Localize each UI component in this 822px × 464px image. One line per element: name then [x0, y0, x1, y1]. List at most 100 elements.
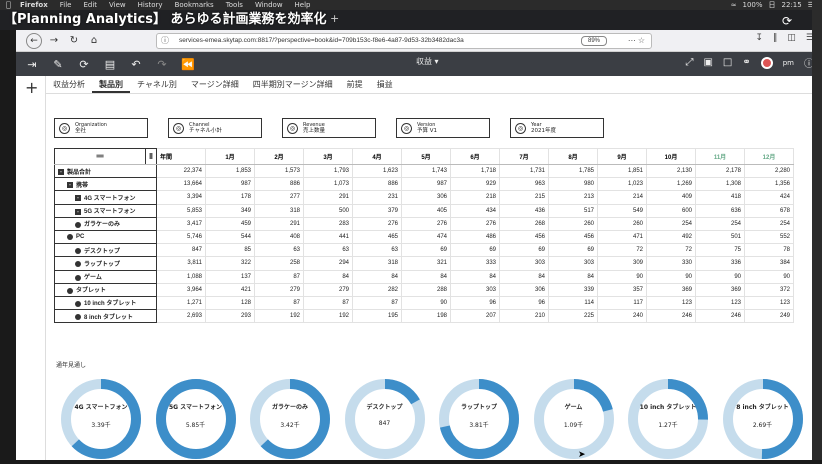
grid-cell[interactable]: 408	[254, 229, 304, 245]
expand-icon[interactable]	[67, 287, 73, 294]
grid-cell[interactable]: 1,731	[499, 163, 549, 179]
collapse-icon[interactable]: -	[75, 208, 81, 215]
grid-cell[interactable]: 1,851	[597, 163, 647, 179]
more-icon[interactable]: ⋯☆	[628, 34, 647, 48]
grid-cell[interactable]: 84	[548, 269, 598, 284]
grid-cell[interactable]: 549	[597, 203, 647, 218]
tab-margin-detail[interactable]: マージン詳細	[184, 76, 246, 93]
grid-cell[interactable]: 240	[597, 309, 647, 324]
grid-cell[interactable]: 13,664	[156, 177, 206, 192]
grid-cell[interactable]: 75	[695, 243, 745, 258]
grid-cell[interactable]: 279	[254, 282, 304, 297]
grid-cell[interactable]: 254	[646, 216, 696, 231]
grid-cell[interactable]: 63	[352, 243, 402, 258]
grid-cell[interactable]: 963	[499, 177, 549, 192]
grid-cell[interactable]: 214	[597, 190, 647, 205]
grid-cell[interactable]: 3,417	[156, 216, 206, 231]
grid-cell[interactable]: 87	[254, 295, 304, 311]
grid-cell[interactable]: 1,793	[303, 163, 353, 179]
grid-cell[interactable]: 90	[401, 295, 451, 311]
sidebar-icon[interactable]: ◫	[787, 33, 796, 43]
grid-cell[interactable]: 84	[450, 269, 500, 284]
avatar[interactable]	[760, 56, 773, 69]
grid-cell[interactable]: 291	[303, 190, 353, 205]
grid-cell[interactable]: 258	[254, 256, 304, 271]
row-header[interactable]: タブレット	[54, 282, 157, 297]
menu-edit[interactable]: Edit	[83, 0, 97, 10]
grid-cell[interactable]: 987	[401, 177, 451, 192]
grid-cell[interactable]: 1,718	[450, 163, 500, 179]
menu-firefox[interactable]: Firefox	[20, 0, 48, 10]
grid-column-header[interactable]: 9月	[597, 148, 647, 165]
grid-cell[interactable]: 3,811	[156, 256, 206, 271]
grid-column-header[interactable]: 2月	[254, 148, 304, 165]
rewind-icon[interactable]: ⏪	[178, 54, 198, 74]
donut-chart[interactable]: ゲーム 1.09千	[529, 374, 619, 464]
grid-cell[interactable]: 231	[352, 190, 402, 205]
row-header[interactable]: -5G スマートフォン	[54, 203, 157, 218]
grid-column-header[interactable]: 10月	[646, 148, 696, 165]
grid-cell[interactable]: 847	[156, 243, 206, 258]
grid-cell[interactable]: 96	[450, 295, 500, 311]
grid-cell[interactable]: 459	[205, 216, 255, 231]
grid-cell[interactable]: 1,573	[254, 163, 304, 179]
donut-chart[interactable]: 10 inch タブレット 1.27千	[623, 374, 713, 464]
grid-cell[interactable]: 1,269	[646, 177, 696, 192]
grid-cell[interactable]: 409	[646, 190, 696, 205]
menu-tools[interactable]: Tools	[226, 0, 243, 10]
grid-cell[interactable]: 218	[450, 190, 500, 205]
comment-icon[interactable]: □	[723, 57, 732, 68]
grid-cell[interactable]: 63	[254, 243, 304, 258]
row-header[interactable]: - 製品合計	[54, 163, 157, 179]
grid-cell[interactable]: 330	[646, 256, 696, 271]
grid-cell[interactable]: 372	[744, 282, 794, 297]
grid-cell[interactable]: 78	[744, 243, 794, 258]
grid-cell[interactable]: 123	[646, 295, 696, 311]
donut-chart[interactable]: 5G スマートフォン 5.85千	[151, 374, 241, 464]
grid-cell[interactable]: 276	[352, 216, 402, 231]
row-header[interactable]: 10 inch タブレット	[54, 295, 157, 311]
grid-cell[interactable]: 303	[548, 256, 598, 271]
menu-file[interactable]: File	[60, 0, 72, 10]
expand-icon[interactable]	[75, 300, 81, 307]
donut-chart[interactable]: 8 inch タブレット 2.69千	[718, 374, 808, 464]
grid-cell[interactable]: 318	[352, 256, 402, 271]
expand-icon[interactable]	[75, 248, 81, 255]
grid-cell[interactable]: 254	[695, 216, 745, 231]
grid-cell[interactable]: 306	[401, 190, 451, 205]
grid-cell[interactable]: 215	[499, 190, 549, 205]
grid-cell[interactable]: 339	[548, 282, 598, 297]
grid-cell[interactable]: 600	[646, 203, 696, 218]
grid-cell[interactable]: 333	[450, 256, 500, 271]
dimension-version[interactable]: ◎ Version 予算 V1	[396, 118, 490, 138]
grid-cell[interactable]: 2,280	[744, 163, 794, 179]
grid-column-header[interactable]: 11月	[695, 148, 745, 165]
donut-chart[interactable]: 4G スマートフォン 3.39千	[56, 374, 146, 464]
apple-icon[interactable]: 	[6, 0, 11, 10]
collapse-icon[interactable]: -	[58, 169, 64, 176]
expand-icon[interactable]	[75, 261, 81, 268]
grid-cell[interactable]: 69	[499, 243, 549, 258]
collapse-icon[interactable]: -	[67, 182, 73, 189]
grid-cell[interactable]: 90	[646, 269, 696, 284]
grid-cell[interactable]: 436	[499, 203, 549, 218]
grid-cell[interactable]: 72	[646, 243, 696, 258]
grid-column-header[interactable]: 年間	[156, 148, 206, 165]
grid-cell[interactable]: 192	[254, 309, 304, 324]
menu-window[interactable]: Window	[255, 0, 283, 10]
grid-cell[interactable]: 90	[744, 269, 794, 284]
grid-cell[interactable]: 886	[352, 177, 402, 192]
refresh-icon[interactable]: ⟳	[74, 54, 94, 74]
grid-cell[interactable]: 87	[254, 269, 304, 284]
grid-cell[interactable]: 306	[499, 282, 549, 297]
menu-bookmarks[interactable]: Bookmarks	[175, 0, 214, 10]
grid-cell[interactable]: 424	[744, 190, 794, 205]
collapse-icon[interactable]: -	[75, 195, 81, 202]
donut-chart[interactable]: ガラケーのみ 3.42千	[245, 374, 335, 464]
grid-cell[interactable]: 309	[597, 256, 647, 271]
grid-cell[interactable]: 254	[744, 216, 794, 231]
grid-cell[interactable]: 303	[450, 282, 500, 297]
dimension-channel[interactable]: ◎ Channel チャネル小計	[168, 118, 262, 138]
grid-column-header[interactable]: 3月	[303, 148, 353, 165]
grid-cell[interactable]: 369	[646, 282, 696, 297]
